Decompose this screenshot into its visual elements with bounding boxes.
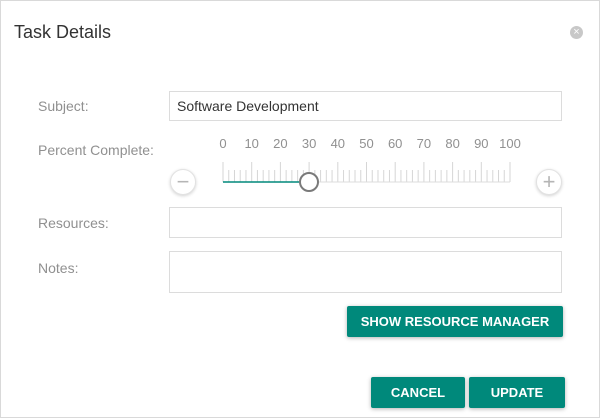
resources-label: Resources: <box>38 215 109 231</box>
minus-icon: − <box>176 169 190 194</box>
notes-label: Notes: <box>38 260 79 276</box>
notes-textarea[interactable] <box>170 252 561 292</box>
slider-thumb[interactable] <box>299 172 320 192</box>
dialog-title: Task Details <box>14 22 112 42</box>
decrease-button[interactable]: − <box>170 169 196 195</box>
resources-input[interactable] <box>170 208 561 237</box>
subject-field[interactable] <box>169 91 562 121</box>
slider-tick-label: 10 <box>244 136 259 151</box>
slider-tick-label: 90 <box>474 136 489 151</box>
slider-tick-label: 40 <box>330 136 346 151</box>
show-resource-manager-button[interactable]: SHOW RESOURCE MANAGER <box>347 306 563 337</box>
cancel-button[interactable]: CANCEL <box>371 377 465 408</box>
resources-field[interactable] <box>169 207 562 238</box>
increase-button[interactable]: + <box>536 169 562 195</box>
task-details-dialog: Task Details × Subject: Percent Complete… <box>0 0 600 418</box>
slider-tick-label: 0 <box>219 136 227 151</box>
slider-tick-label: 80 <box>445 136 460 151</box>
update-button[interactable]: UPDATE <box>469 377 565 408</box>
notes-field[interactable] <box>169 251 562 293</box>
slider-tick-label: 70 <box>416 136 432 151</box>
slider-tick-label: 60 <box>387 136 403 151</box>
slider-tick-label: 100 <box>499 136 521 151</box>
slider-tick-label: 50 <box>359 136 374 151</box>
close-icon[interactable]: × <box>570 26 583 39</box>
plus-icon: + <box>542 169 556 194</box>
slider-tick-label: 30 <box>301 136 317 151</box>
percent-slider[interactable] <box>211 157 523 191</box>
subject-input[interactable] <box>170 92 561 120</box>
slider-tick-marks <box>222 162 511 182</box>
subject-label: Subject: <box>38 98 89 114</box>
percent-complete-label: Percent Complete: <box>38 142 154 158</box>
slider-tick-label: 20 <box>273 136 288 151</box>
